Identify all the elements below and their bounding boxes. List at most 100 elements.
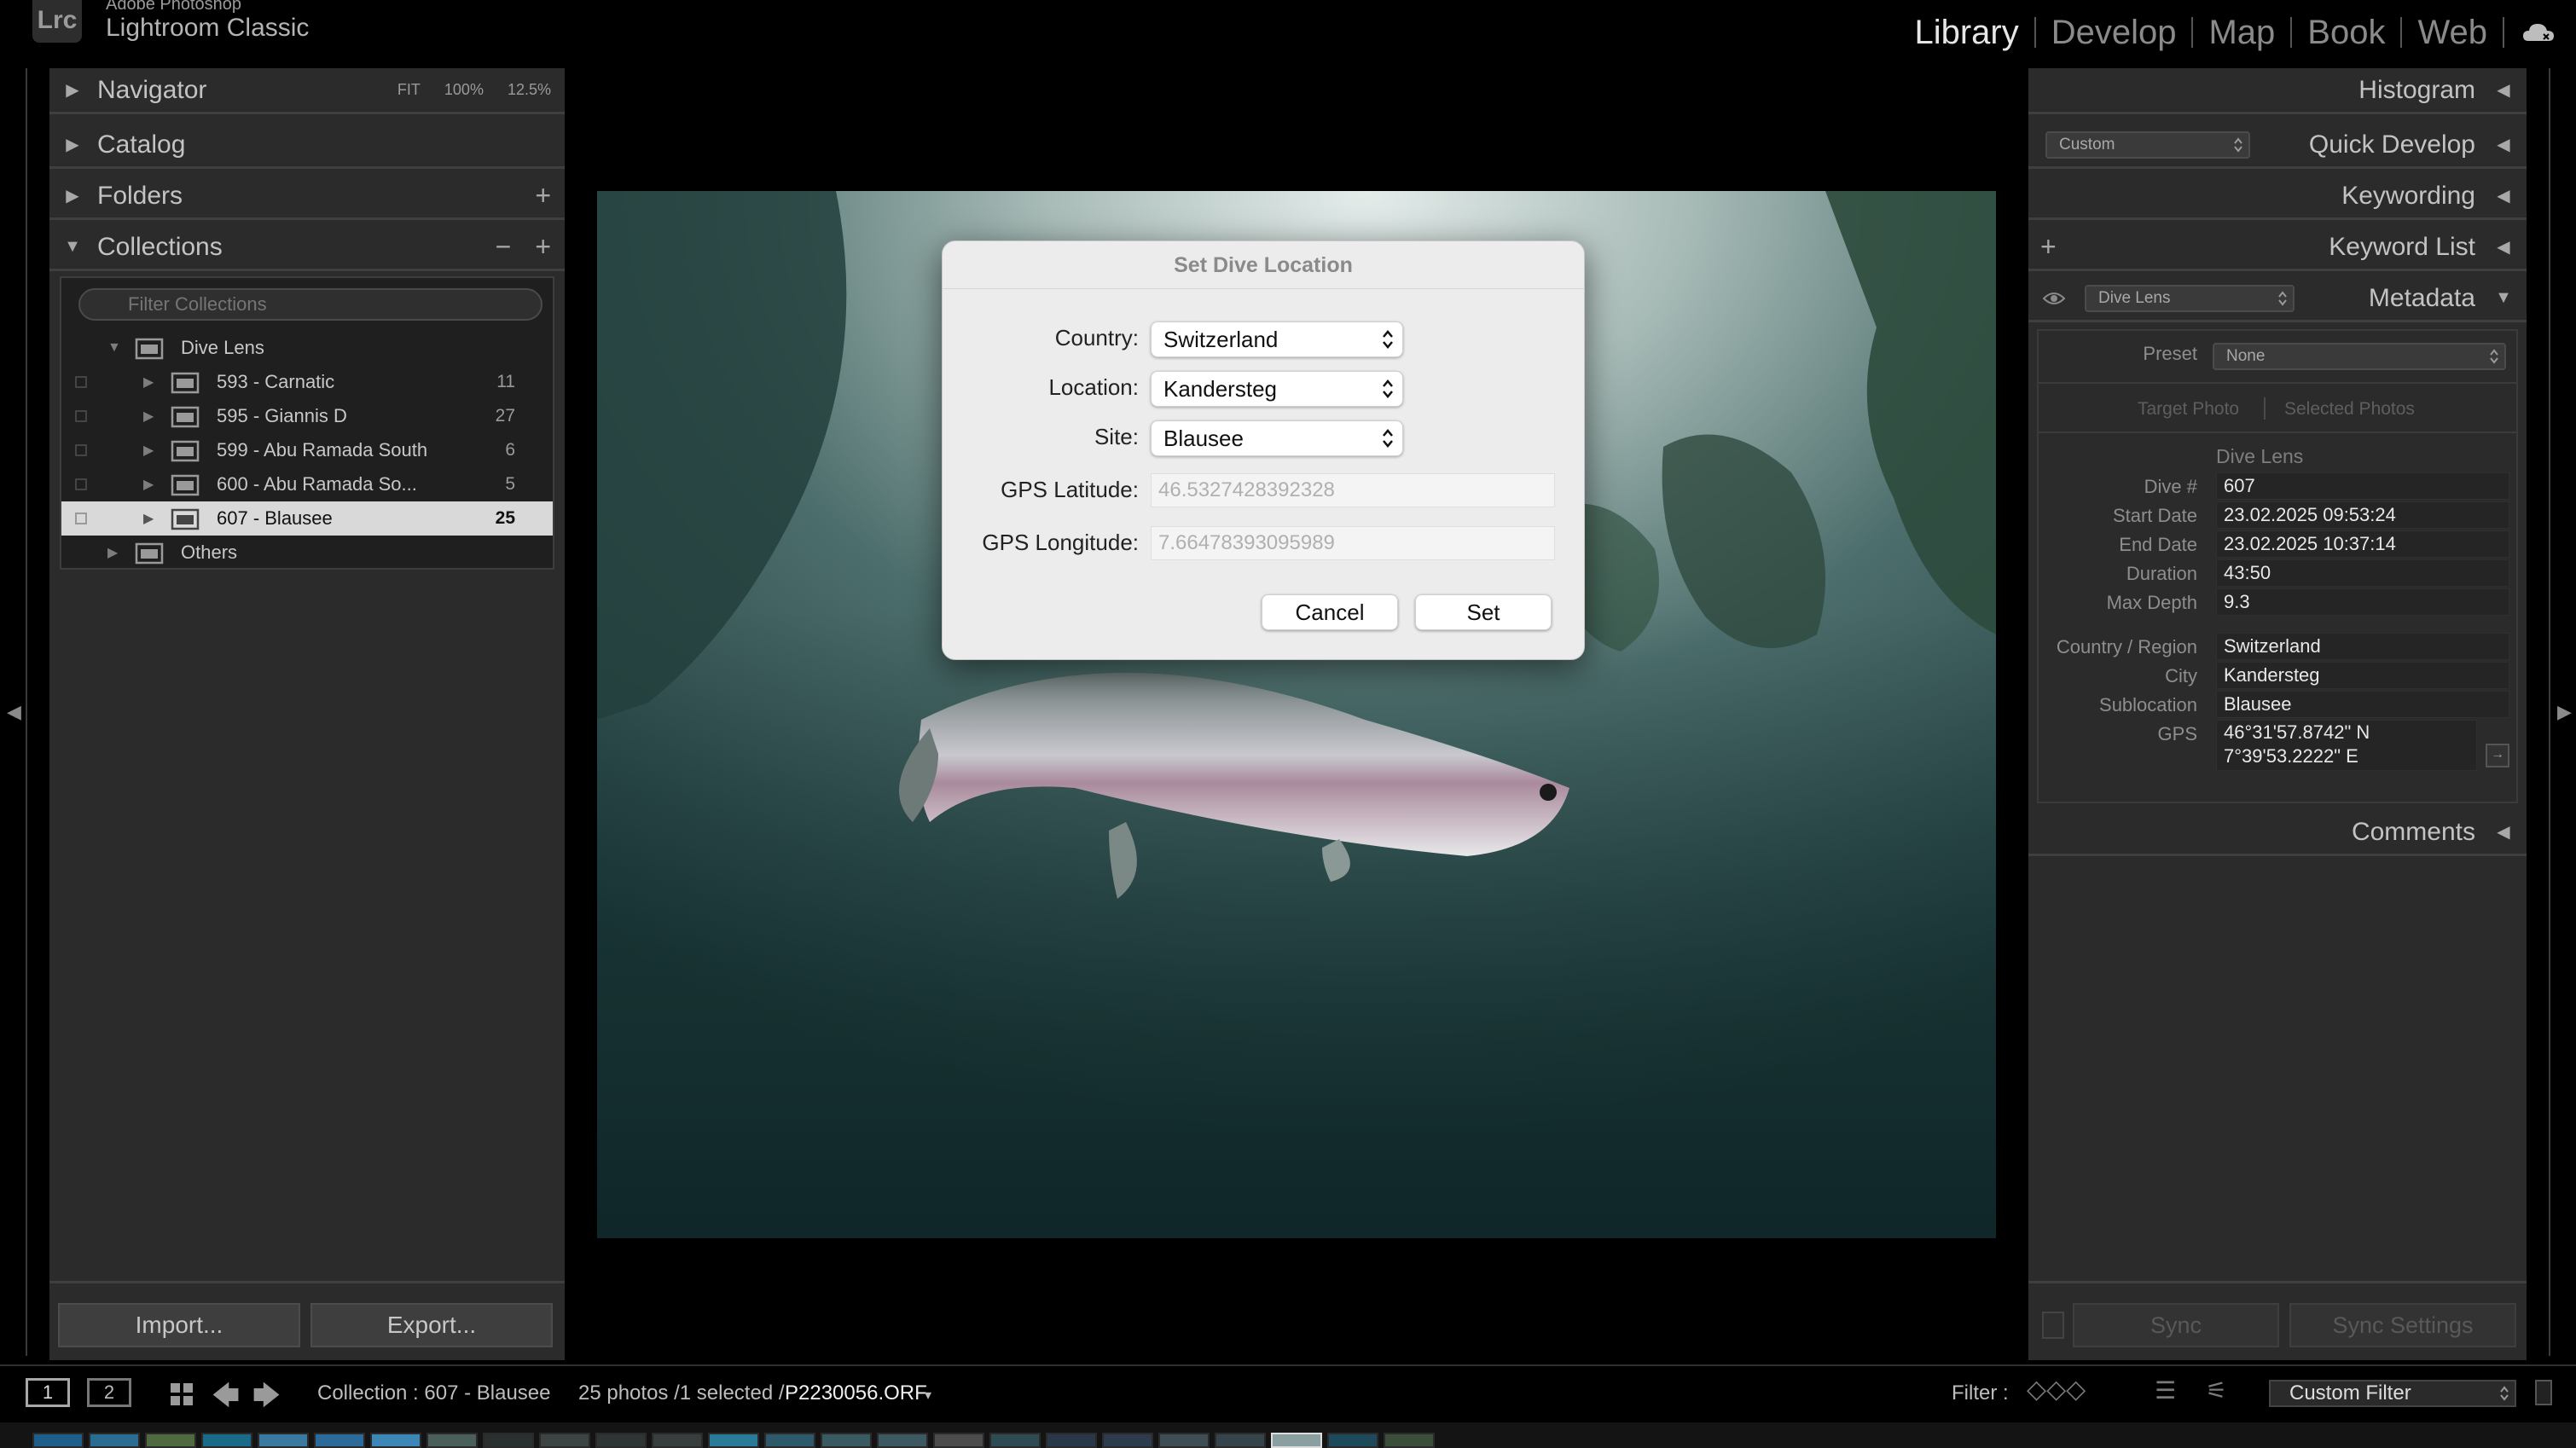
expand-triangle-icon[interactable]: ◀ (2491, 134, 2516, 155)
expand-triangle-icon[interactable]: ▶ (60, 79, 85, 101)
expand-triangle-icon[interactable]: ◀ (2491, 236, 2516, 258)
location-select[interactable]: Kandersteg (1151, 371, 1403, 407)
field-value[interactable]: Blausee (2216, 691, 2509, 718)
zoom-custom-option[interactable]: 12.5% (508, 81, 551, 99)
filmstrip-thumbnail[interactable] (933, 1433, 984, 1448)
field-value[interactable]: 43:50 (2216, 559, 2509, 587)
collapse-triangle-icon[interactable]: ▼ (2491, 288, 2516, 308)
grid-icon[interactable] (169, 1381, 194, 1407)
remove-collection-icon[interactable]: − (496, 231, 512, 263)
target-checkbox[interactable] (75, 376, 87, 388)
collection-row[interactable]: ▶ 600 - Abu Ramada So... 5 (61, 467, 553, 501)
disclosure-right-icon[interactable]: ▶ (143, 374, 154, 391)
filmstrip-thumbnail[interactable] (89, 1433, 140, 1448)
sync-button[interactable]: Sync (2073, 1303, 2279, 1347)
module-library[interactable]: Library (1899, 14, 2034, 52)
add-keyword-icon[interactable]: + (2040, 231, 2057, 263)
field-value[interactable]: Switzerland (2216, 633, 2509, 660)
collection-set-row[interactable]: ▶ Others (61, 536, 553, 570)
module-book[interactable]: Book (2292, 14, 2400, 52)
filmstrip-thumbnail[interactable] (1046, 1433, 1097, 1448)
sync-settings-button[interactable]: Sync Settings (2289, 1303, 2516, 1347)
filmstrip-thumbnail[interactable] (1384, 1433, 1435, 1448)
keyword-list-header[interactable]: + Keyword List ◀ (2028, 225, 2527, 271)
quick-develop-preset-select[interactable]: Custom (2045, 131, 2250, 159)
navigator-header[interactable]: ▶ Navigator FIT 100% 12.5% (49, 68, 565, 114)
field-value[interactable]: 23.02.2025 10:37:14 (2216, 530, 2509, 558)
left-panel-toggle-icon[interactable]: ◀ (7, 701, 21, 723)
expand-triangle-icon[interactable]: ▶ (60, 134, 85, 155)
cloud-icon[interactable] (2520, 14, 2557, 51)
filmstrip-thumbnail[interactable] (426, 1433, 478, 1448)
expand-triangle-icon[interactable]: ◀ (2491, 185, 2516, 206)
flag-filter-icons[interactable]: ◇◇◇ (2027, 1375, 2086, 1405)
disclosure-right-icon[interactable]: ▶ (143, 442, 154, 459)
zoom-100-option[interactable]: 100% (444, 81, 484, 99)
filmstrip-thumbnail-selected[interactable] (1271, 1433, 1322, 1448)
filmstrip-thumbnail[interactable] (370, 1433, 421, 1448)
set-button[interactable]: Set (1415, 594, 1552, 630)
module-web[interactable]: Web (2402, 14, 2503, 52)
filename-dropdown-icon[interactable]: ▾ (925, 1387, 931, 1404)
collections-header[interactable]: ▼ Collections − + (49, 225, 565, 271)
import-button[interactable]: Import... (58, 1303, 300, 1347)
preset-select[interactable]: None (2213, 343, 2506, 370)
filmstrip-thumbnail[interactable] (1215, 1433, 1266, 1448)
collection-row[interactable]: ▶ 595 - Giannis D 27 (61, 399, 553, 433)
collection-row[interactable]: ▶ 599 - Abu Ramada South 6 (61, 433, 553, 467)
auto-sync-toggle[interactable] (2042, 1312, 2064, 1339)
module-develop[interactable]: Develop (2036, 14, 2192, 52)
collection-set-row[interactable]: ▼ Dive Lens (61, 331, 553, 365)
gps-latitude-field[interactable]: 46.5327428392328 (1151, 473, 1555, 507)
disclosure-right-icon[interactable]: ▶ (143, 476, 154, 493)
filmstrip-thumbnail[interactable] (483, 1433, 534, 1448)
field-value[interactable]: 607 (2216, 472, 2509, 500)
metadata-header[interactable]: Dive Lens Metadata ▼ (2028, 276, 2527, 322)
filmstrip-thumbnail[interactable] (1158, 1433, 1210, 1448)
gps-value[interactable]: 46°31'57.8742" N 7°39'53.2222" E (2216, 720, 2477, 771)
field-value[interactable]: 23.02.2025 09:53:24 (2216, 501, 2509, 529)
filter-preset-select[interactable]: Custom Filter (2269, 1380, 2516, 1407)
expand-triangle-icon[interactable]: ◀ (2491, 821, 2516, 843)
target-checkbox[interactable] (75, 410, 87, 422)
filmstrip-thumbnail[interactable] (595, 1433, 647, 1448)
filter-toggle-switch[interactable] (2535, 1380, 2552, 1405)
primary-display-button[interactable]: 1 (26, 1378, 70, 1407)
filmstrip-thumbnail[interactable] (1327, 1433, 1378, 1448)
field-value[interactable]: Kandersteg (2216, 662, 2509, 689)
add-collection-icon[interactable]: + (535, 231, 551, 263)
site-select[interactable]: Blausee (1151, 420, 1403, 456)
folders-header[interactable]: ▶ Folders + (49, 174, 565, 220)
country-select[interactable]: Switzerland (1151, 321, 1403, 357)
filmstrip-thumbnail[interactable] (652, 1433, 703, 1448)
selected-photos-option[interactable]: Selected Photos (2284, 399, 2415, 420)
target-checkbox[interactable] (75, 444, 87, 456)
collection-source-text[interactable]: Collection : 607 - Blausee (317, 1381, 551, 1405)
add-folder-icon[interactable]: + (535, 180, 551, 211)
filmstrip-thumbnail[interactable] (1102, 1433, 1153, 1448)
filmstrip-thumbnail[interactable] (877, 1433, 928, 1448)
target-checkbox[interactable] (75, 513, 87, 524)
target-checkbox[interactable] (75, 478, 87, 490)
filmstrip-thumbnail[interactable] (258, 1433, 309, 1448)
filmstrip-thumbnail[interactable] (539, 1433, 590, 1448)
filmstrip-thumbnail[interactable] (145, 1433, 196, 1448)
keywording-header[interactable]: Keywording ◀ (2028, 174, 2527, 220)
comments-header[interactable]: Comments ◀ (2028, 810, 2527, 856)
filmstrip-thumbnail[interactable] (32, 1433, 84, 1448)
field-value[interactable]: 9.3 (2216, 588, 2509, 616)
catalog-header[interactable]: ▶ Catalog (49, 123, 565, 169)
disclosure-right-icon[interactable]: ▶ (107, 544, 118, 561)
cancel-button[interactable]: Cancel (1262, 594, 1398, 630)
filmstrip-thumbnail[interactable] (821, 1433, 872, 1448)
filter-collections-input[interactable] (78, 288, 542, 321)
filmstrip-thumbnail[interactable] (314, 1433, 365, 1448)
filmstrip-thumbnail[interactable] (989, 1433, 1041, 1448)
histogram-header[interactable]: Histogram ◀ (2028, 68, 2527, 114)
collection-row-selected[interactable]: ▶ 607 - Blausee 25 (61, 501, 553, 536)
metadata-set-select[interactable]: Dive Lens (2085, 285, 2295, 312)
export-button[interactable]: Export... (310, 1303, 553, 1347)
filter-lock-icon[interactable]: ⚟ (2206, 1376, 2227, 1405)
right-panel-toggle-icon[interactable]: ▶ (2557, 701, 2572, 723)
secondary-display-button[interactable]: 2 (87, 1378, 131, 1407)
